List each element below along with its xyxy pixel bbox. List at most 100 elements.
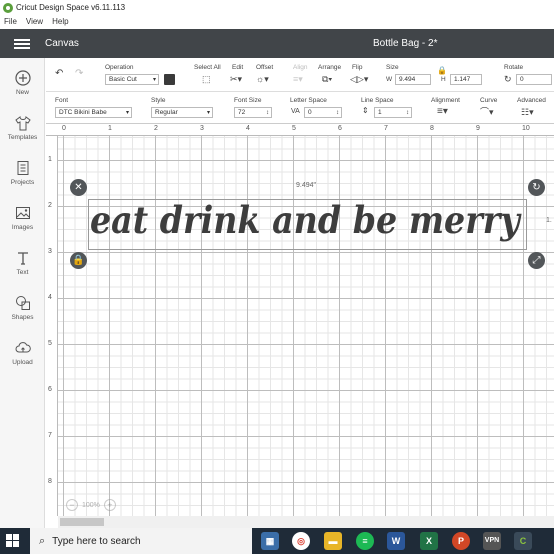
sidebar-item-upload[interactable]: Upload — [0, 340, 45, 366]
windows-start-icon[interactable] — [6, 534, 20, 548]
cricut-icon[interactable]: C — [514, 532, 532, 550]
chrome-icon[interactable]: ◎ — [292, 532, 310, 550]
sidebar: New Templates Projects Images Text Shape… — [0, 58, 45, 528]
line-space-label: Line Space — [361, 97, 394, 104]
operation-select[interactable]: Basic Cut ▾ — [105, 74, 159, 85]
letter-space-icon: VA — [291, 108, 300, 115]
scrollbar-thumb[interactable] — [60, 518, 104, 526]
sidebar-item-text[interactable]: Text — [0, 250, 45, 276]
alignment-icon[interactable]: ≡▾ — [437, 107, 448, 117]
style-select[interactable]: Regular ▾ — [151, 107, 213, 118]
zoom-in-button[interactable]: + — [103, 499, 116, 511]
height-readout: 1. — [546, 217, 552, 224]
curve-icon[interactable]: ⌒▾ — [480, 107, 494, 117]
ruler-tick-label: 1 — [48, 156, 52, 163]
lock-icon[interactable]: 🔒 — [437, 66, 447, 76]
font-size-value: 72 — [238, 109, 246, 116]
ruler-tick-label: 1 — [108, 125, 112, 132]
operation-label: Operation — [105, 64, 134, 71]
canvas-text-object[interactable]: eat drink and be merry — [90, 196, 520, 248]
size-h-label: H — [441, 76, 446, 83]
ruler-tick-label: 2 — [154, 125, 158, 132]
color-swatch[interactable] — [164, 74, 175, 85]
sidebar-item-label: Templates — [7, 134, 38, 141]
alignment-label: Alignment — [431, 97, 460, 104]
search-placeholder: Type here to search — [52, 535, 141, 547]
search-icon: ⌕ — [39, 534, 46, 547]
delete-handle-icon[interactable]: ✕ — [70, 179, 87, 196]
undo-icon[interactable]: ↶ — [55, 69, 63, 79]
zoom-control: − 100% + — [66, 497, 128, 513]
scissors-icon[interactable]: ✂▾ — [230, 74, 242, 84]
menu-file[interactable]: File — [4, 17, 17, 26]
arrange-icon[interactable]: ⧉▾ — [322, 74, 332, 84]
excel-icon[interactable]: X — [420, 532, 438, 550]
edit-toolbar: ↶ ↷ Operation Basic Cut ▾ Select All ⬚ E… — [46, 58, 554, 92]
ruler-tick-label: 0 — [62, 125, 66, 132]
vpn-icon[interactable]: VPN — [483, 532, 501, 550]
taskbar-search[interactable]: ⌕ Type here to search — [30, 528, 252, 554]
lock-handle-icon[interactable]: 🔒 — [70, 252, 87, 269]
hamburger-menu-icon[interactable] — [14, 39, 30, 49]
ruler-tick-label: 5 — [48, 340, 52, 347]
font-size-input[interactable]: 72 ↕ — [234, 107, 272, 118]
rotate-input[interactable]: 0 — [516, 74, 552, 85]
spotify-icon[interactable]: ≡ — [356, 532, 374, 550]
font-select[interactable]: DTC Bikini Babe ▾ — [55, 107, 132, 118]
chevron-down-icon: ▾ — [152, 77, 156, 83]
stepper-icon[interactable]: ↕ — [336, 109, 339, 117]
flip-icon[interactable]: ◁▷▾ — [350, 74, 368, 84]
letter-space-input[interactable]: 0 ↕ — [304, 107, 342, 118]
ruler-tick-label: 4 — [48, 294, 52, 301]
chevron-down-icon: ▾ — [125, 110, 129, 116]
word-icon[interactable]: W — [387, 532, 405, 550]
select-all-label: Select All — [194, 64, 221, 71]
explorer-icon[interactable]: ▬ — [324, 532, 342, 550]
select-all-icon[interactable]: ⬚ — [202, 74, 211, 84]
horizontal-scrollbar[interactable] — [58, 516, 554, 528]
resize-handle-icon[interactable]: ⤢ — [528, 252, 545, 269]
sidebar-item-label: Images — [11, 224, 34, 231]
rotate-value: 0 — [520, 76, 524, 83]
line-space-input[interactable]: 1 ↕ — [374, 107, 412, 118]
text-toolbar: Font DTC Bikini Babe ▾ Style Regular ▾ F… — [46, 92, 554, 124]
curve-label: Curve — [480, 97, 498, 104]
powerpoint-icon[interactable]: P — [452, 532, 470, 550]
ruler-tick-label: 9 — [476, 125, 480, 132]
width-input[interactable]: 9.494 — [395, 74, 431, 85]
zoom-out-button[interactable]: − — [66, 499, 78, 511]
ruler-tick-label: 7 — [384, 125, 388, 132]
stepper-icon[interactable]: ↕ — [406, 109, 409, 117]
ruler-tick-label: 8 — [430, 125, 434, 132]
ruler-left: 1 2 3 4 5 6 7 8 — [46, 136, 58, 516]
offset-icon[interactable]: ☼▾ — [256, 74, 269, 84]
sidebar-item-new[interactable]: New — [0, 70, 45, 96]
menu-help[interactable]: Help — [52, 17, 68, 26]
sidebar-item-shapes[interactable]: Shapes — [0, 295, 45, 321]
height-value: 1.147 — [454, 76, 471, 83]
align-icon[interactable]: ≡▾ — [293, 74, 303, 84]
canvas-grid[interactable] — [58, 136, 554, 516]
shirt-icon — [14, 115, 31, 131]
ruler-top: 0 1 2 3 4 5 6 7 8 9 10 — [46, 124, 554, 136]
ruler-tick-label: 4 — [246, 125, 250, 132]
chevron-down-icon: ▾ — [206, 110, 210, 116]
sidebar-item-label: Shapes — [11, 314, 34, 321]
cricut-logo-icon — [3, 2, 13, 13]
sidebar-item-templates[interactable]: Templates — [0, 115, 45, 141]
stepper-icon[interactable]: ↕ — [266, 109, 269, 117]
letter-space-label: Letter Space — [290, 97, 327, 104]
rotate-handle-icon[interactable]: ↻ — [528, 179, 545, 196]
flip-label: Flip — [352, 64, 363, 71]
height-input[interactable]: 1.147 — [450, 74, 482, 85]
ruler-tick-label: 5 — [292, 125, 296, 132]
advanced-icon[interactable]: ☷▾ — [521, 107, 534, 117]
operation-value: Basic Cut — [109, 76, 137, 83]
sidebar-item-images[interactable]: Images — [0, 205, 45, 231]
sidebar-item-projects[interactable]: Projects — [0, 160, 45, 186]
calendar-app-icon[interactable]: ▦ — [261, 532, 279, 550]
redo-icon[interactable]: ↷ — [75, 69, 83, 79]
menu-view[interactable]: View — [26, 17, 43, 26]
upload-cloud-icon — [15, 340, 31, 356]
app-header: Canvas Bottle Bag - 2* — [0, 29, 554, 58]
